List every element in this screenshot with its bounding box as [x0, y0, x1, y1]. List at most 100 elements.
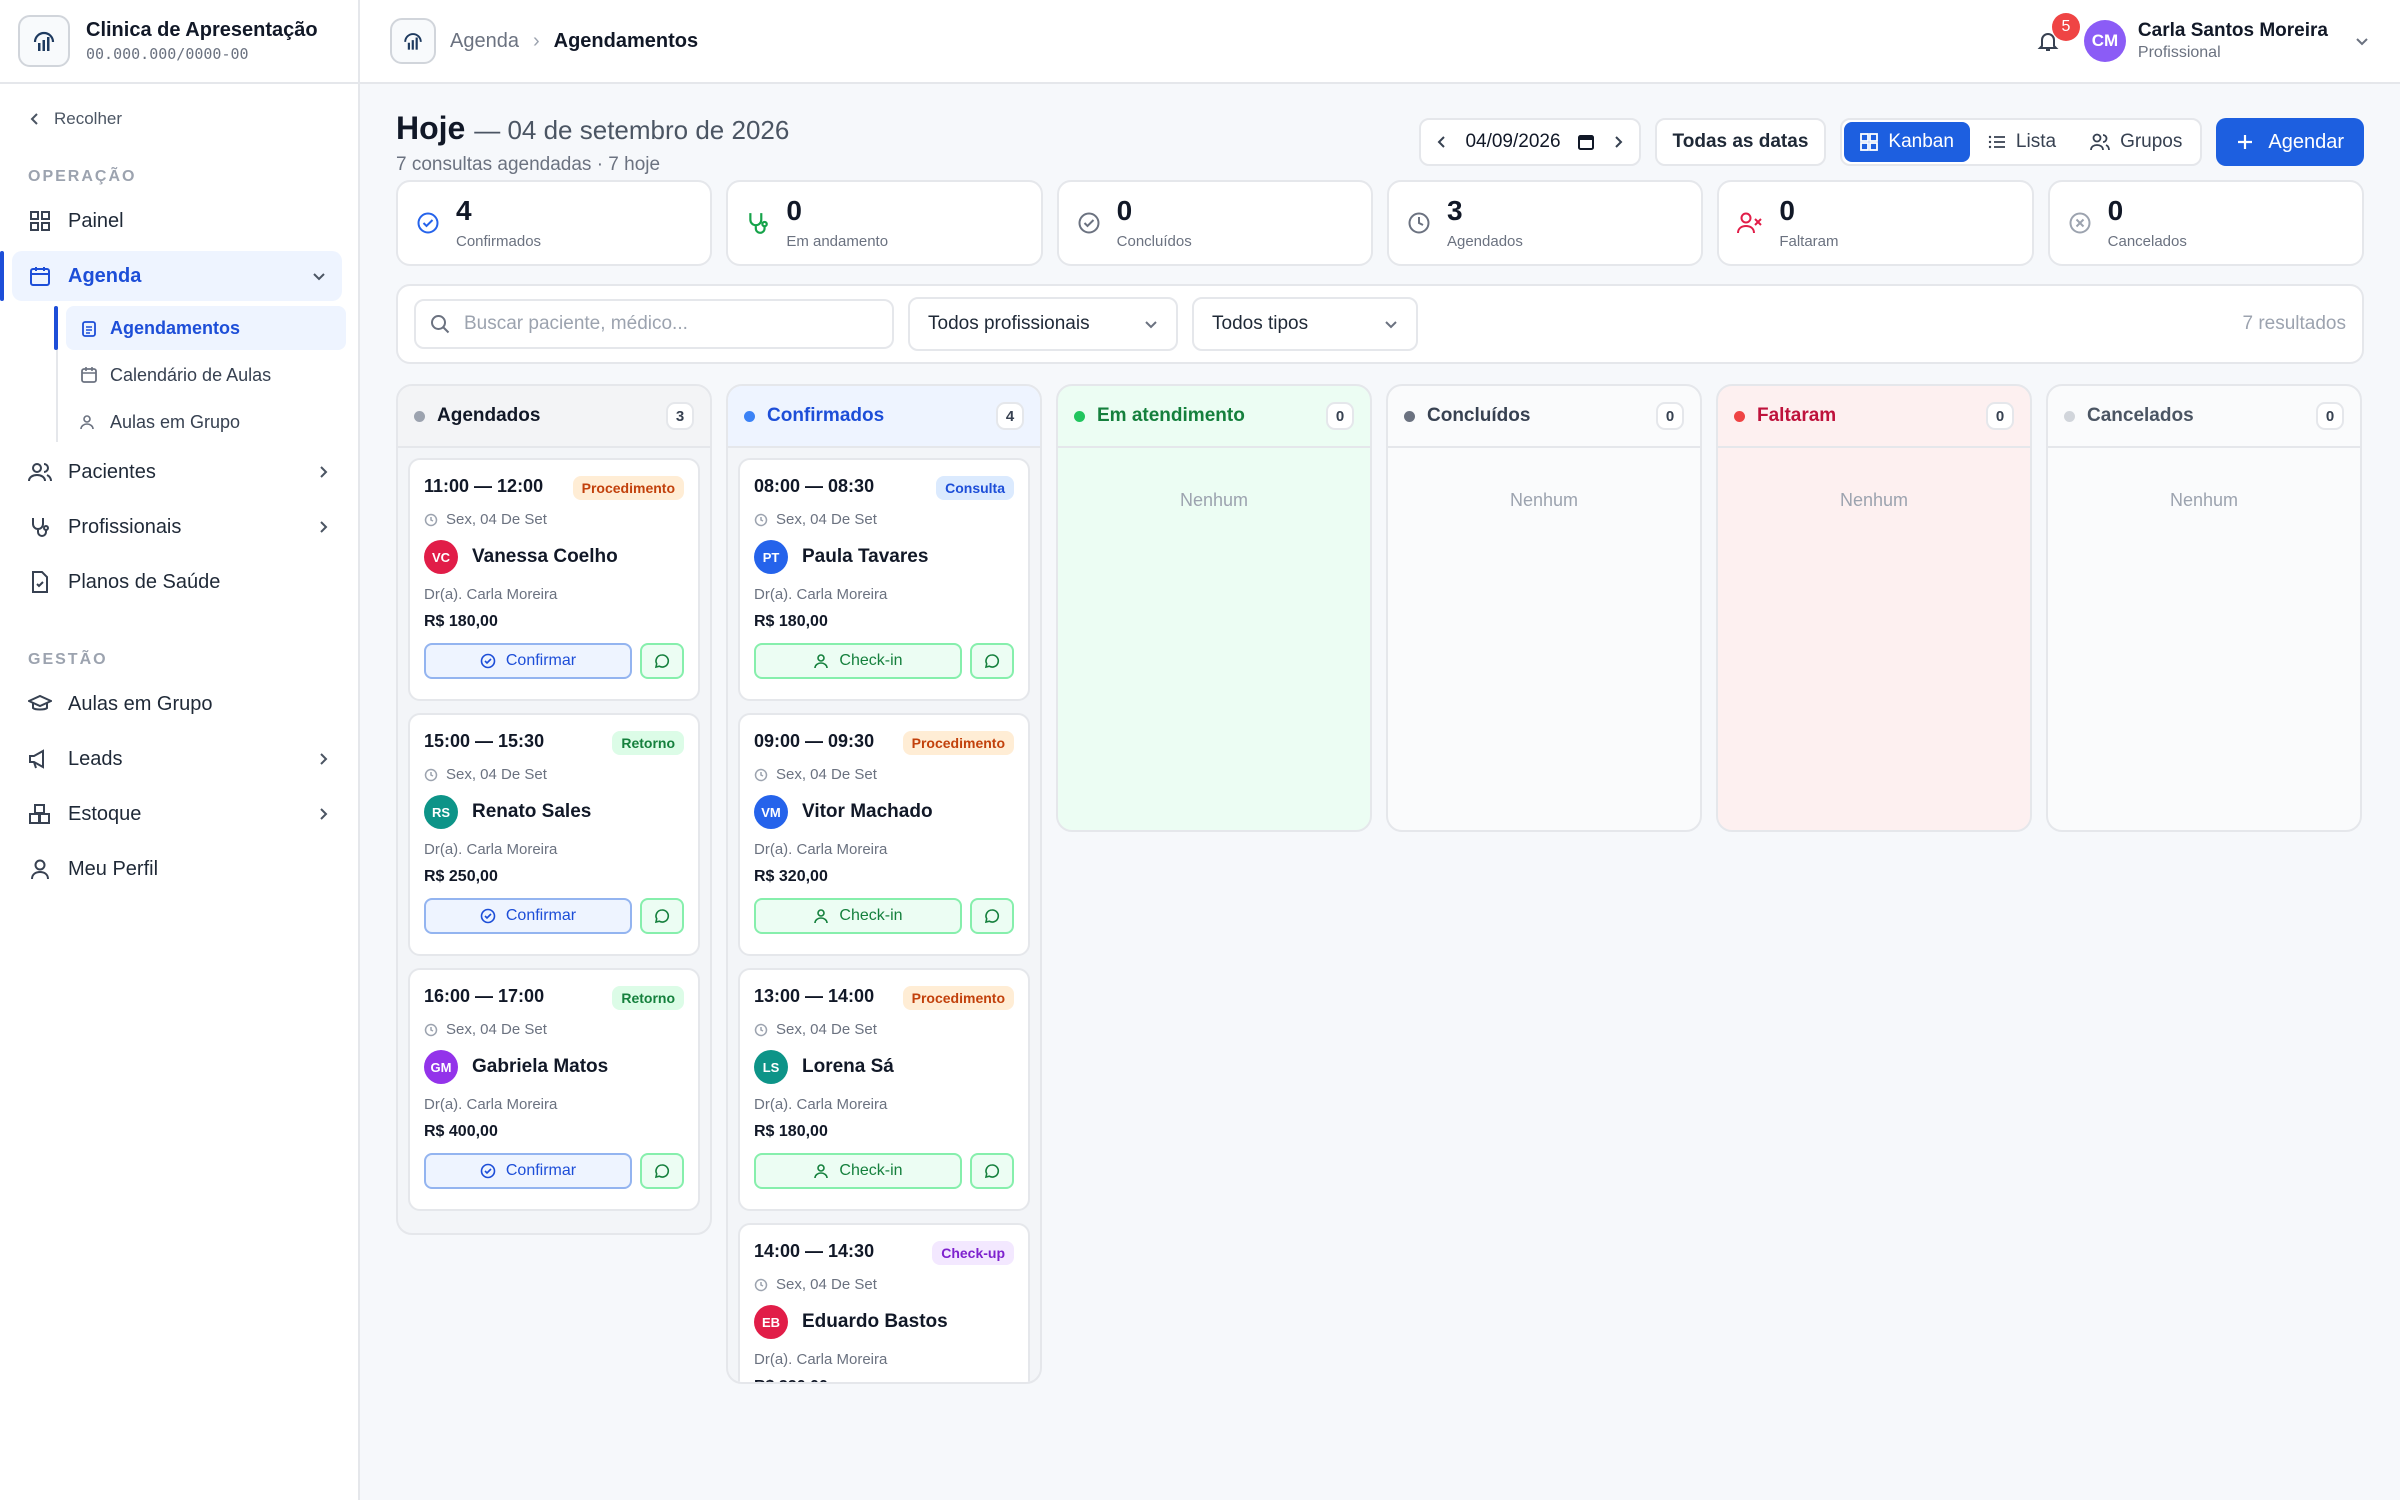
- sidebar-item-label: Profissionais: [68, 515, 182, 538]
- appointment-card[interactable]: 09:00 — 09:30 Procedimento Sex, 04 De Set V…: [738, 713, 1030, 956]
- clinic-name: Clinica de Apresentação: [86, 19, 318, 41]
- user-menu-chevron-icon[interactable]: [2354, 33, 2370, 49]
- message-button[interactable]: [970, 1153, 1014, 1189]
- clinic-logo-icon[interactable]: [18, 15, 70, 67]
- sidebar-subitem-calendario-aulas[interactable]: Calendário de Aulas: [66, 353, 346, 397]
- sidebar-item-label: Agenda: [68, 264, 142, 287]
- action-label: Check-in: [839, 652, 903, 669]
- message-circle-icon: [654, 908, 670, 924]
- patient-name[interactable]: Vanessa Coelho: [472, 546, 618, 568]
- stat-card-em-andamento[interactable]: 0 Em andamento: [726, 180, 1043, 266]
- patient-name[interactable]: Lorena Sá: [802, 1056, 894, 1078]
- message-button[interactable]: [640, 643, 684, 679]
- sidebar-item-label: Meu Perfil: [68, 857, 159, 880]
- chevron-right-icon: [316, 752, 330, 766]
- status-dot: [1074, 410, 1085, 422]
- sidebar-item-label: Painel: [68, 209, 124, 232]
- calendar-icon[interactable]: [1577, 133, 1595, 151]
- search-input[interactable]: [464, 313, 878, 335]
- search-box[interactable]: [414, 299, 894, 349]
- check-circle-icon: [416, 211, 440, 235]
- stat-value: 3: [1446, 194, 1463, 226]
- appointment-card[interactable]: 14:00 — 14:30 Check-up Sex, 04 De Set EB Edu…: [738, 1223, 1030, 1382]
- date-picker[interactable]: 04/09/2026: [1419, 118, 1641, 166]
- confirm-button[interactable]: Confirmar: [424, 1153, 632, 1189]
- column-count: 0: [2316, 402, 2344, 430]
- sidebar-item-aulas-grupo[interactable]: Aulas em Grupo: [12, 679, 346, 729]
- appointment-date-text: Sex, 04 De Set: [776, 766, 877, 783]
- date-value[interactable]: 04/09/2026: [1465, 131, 1560, 153]
- sidebar-subitem-agendamentos[interactable]: Agendamentos: [54, 306, 346, 350]
- all-dates-button[interactable]: Todas as datas: [1654, 118, 1827, 166]
- appointment-card[interactable]: 15:00 — 15:30 Retorno Sex, 04 De Set RS Rena…: [408, 713, 700, 956]
- next-day-icon[interactable]: [1611, 135, 1625, 149]
- patient-name[interactable]: Gabriela Matos: [472, 1056, 608, 1078]
- appointment-date-text: Sex, 04 De Set: [446, 766, 547, 783]
- appointment-price: R$ 400,00: [424, 1123, 498, 1140]
- appointment-card[interactable]: 11:00 — 12:00 Procedimento Sex, 04 De Set V…: [408, 458, 700, 701]
- patient-name[interactable]: Eduardo Bastos: [802, 1311, 948, 1333]
- sidebar-item-painel[interactable]: Painel: [12, 196, 346, 246]
- column-em-atendimento: Em atendimento 0 Nenhum: [1056, 384, 1372, 832]
- stat-card-concluidos[interactable]: 0 Concluídos: [1056, 180, 1373, 266]
- collapse-button[interactable]: Recolher: [0, 86, 358, 152]
- patient-avatar: VC: [424, 540, 458, 574]
- sidebar-item-profissionais[interactable]: Profissionais: [12, 502, 346, 552]
- breadcrumb-agenda[interactable]: Agenda: [450, 30, 519, 53]
- stat-value: 0: [1779, 194, 1795, 226]
- sidebar-subitem-label: Aulas em Grupo: [110, 411, 241, 432]
- appointment-card[interactable]: 16:00 — 17:00 Retorno Sex, 04 De Set GM Gabr…: [408, 968, 700, 1211]
- sidebar-item-agenda[interactable]: Agenda: [0, 251, 342, 301]
- stat-card-confirmados[interactable]: 4 Confirmados: [396, 180, 713, 266]
- patient-name[interactable]: Vitor Machado: [802, 801, 933, 823]
- confirm-button[interactable]: Confirmar: [424, 643, 632, 679]
- check-in-button[interactable]: Check-in: [754, 898, 962, 934]
- sidebar-item-estoque[interactable]: Estoque: [12, 789, 346, 839]
- message-button[interactable]: [970, 643, 1014, 679]
- notifications-button[interactable]: 5: [2028, 13, 2080, 61]
- user-avatar[interactable]: CM: [2083, 20, 2126, 62]
- stat-card-cancelados[interactable]: 0 Cancelados: [2047, 180, 2364, 266]
- appointment-type-badge: Retorno: [612, 731, 684, 755]
- professional-select[interactable]: Todos profissionais: [908, 297, 1178, 351]
- type-select[interactable]: Todos tipos: [1192, 297, 1418, 351]
- x-circle-icon: [2068, 211, 2092, 235]
- stat-card-faltaram[interactable]: 0 Faltaram: [1717, 180, 2034, 266]
- filters-bar: Todos profissionais Todos tipos 7 result…: [396, 284, 2364, 364]
- app-logo-icon[interactable]: [390, 18, 436, 64]
- sidebar-subitem-aulas-grupo[interactable]: Aulas em Grupo: [66, 400, 346, 444]
- column-title: Em atendimento: [1097, 405, 1245, 426]
- view-kanban-button[interactable]: Kanban: [1844, 122, 1970, 162]
- user-name[interactable]: Carla Santos Moreira: [2138, 20, 2328, 42]
- message-circle-icon: [984, 653, 1000, 669]
- clock-icon: [424, 513, 438, 527]
- empty-state: Nenhum: [1179, 490, 1249, 510]
- patient-name[interactable]: Renato Sales: [472, 801, 591, 823]
- clock-icon: [1407, 211, 1431, 235]
- stat-label: Cancelados: [2107, 232, 2187, 250]
- sidebar-item-leads[interactable]: Leads: [12, 734, 346, 784]
- patient-row: VC Vanessa Coelho: [424, 540, 684, 574]
- appointment-card[interactable]: 08:00 — 08:30 Consulta Sex, 04 De Set PT Pau…: [738, 458, 1030, 701]
- check-in-button[interactable]: Check-in: [754, 643, 962, 679]
- check-in-button[interactable]: Check-in: [754, 1153, 962, 1189]
- message-button[interactable]: [640, 1153, 684, 1189]
- patient-name[interactable]: Paula Tavares: [802, 546, 928, 568]
- appointment-date-text: Sex, 04 De Set: [446, 1021, 547, 1038]
- sidebar-item-pacientes[interactable]: Pacientes: [12, 447, 346, 497]
- confirm-button[interactable]: Confirmar: [424, 898, 632, 934]
- appointment-price: R$ 320,00: [754, 868, 828, 885]
- view-grupos-button[interactable]: Grupos: [2074, 122, 2198, 162]
- view-lista-button[interactable]: Lista: [1972, 122, 2072, 162]
- stat-card-agendados[interactable]: 3 Agendados: [1386, 180, 1704, 266]
- prev-day-icon[interactable]: [1435, 135, 1449, 149]
- appointment-card[interactable]: 13:00 — 14:00 Procedimento Sex, 04 De Set L…: [738, 968, 1030, 1211]
- sidebar-item-meu-perfil[interactable]: Meu Perfil: [12, 844, 346, 894]
- status-dot: [2064, 410, 2075, 422]
- column-concluidos: Concluídos 0 Nenhum: [1386, 384, 1702, 832]
- sidebar-item-planos-saude[interactable]: Planos de Saúde: [12, 557, 346, 607]
- message-button[interactable]: [970, 898, 1014, 934]
- schedule-button[interactable]: Agendar: [2216, 118, 2364, 166]
- message-button[interactable]: [640, 898, 684, 934]
- appointment-price: R$ 320,00: [754, 1378, 1014, 1382]
